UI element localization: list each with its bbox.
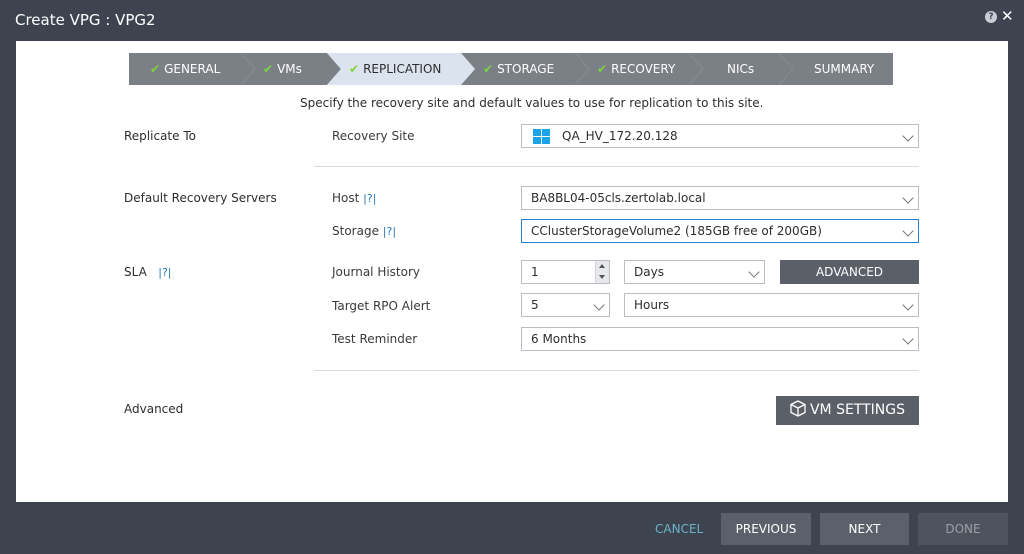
chevron-down-icon — [902, 192, 914, 204]
step-label: RECOVERY — [611, 62, 676, 76]
test-reminder-label: Test Reminder — [332, 332, 418, 346]
wizard-steps: ✔ GENERAL ✔ VMs ✔ REPLICATION ✔ STORAGE ✔ REC… — [129, 53, 893, 85]
chevron-down-icon — [902, 130, 914, 142]
step-nics[interactable]: NICs — [689, 53, 793, 85]
step-summary[interactable]: SUMMARY — [779, 53, 893, 85]
dialog-body: ✔ GENERAL ✔ VMs ✔ REPLICATION ✔ STORAGE ✔ REC… — [16, 41, 1008, 502]
chevron-down-icon — [748, 266, 760, 278]
journal-history-label: Journal History — [332, 265, 421, 279]
recovery-site-select[interactable]: QA_HV_172.20.128 — [521, 124, 919, 148]
help-icon[interactable]: ? — [985, 11, 997, 23]
step-label: VMs — [277, 62, 302, 76]
step-label: SUMMARY — [814, 62, 875, 76]
check-icon: ✔ — [150, 62, 161, 76]
divider — [314, 370, 919, 371]
stepper-buttons[interactable] — [595, 261, 609, 283]
advanced-button[interactable]: ADVANCED — [780, 260, 919, 284]
target-rpo-value: 5 — [531, 298, 539, 312]
host-value: BA8BL04-05cls.zertolab.local — [531, 191, 706, 205]
chevron-down-icon — [902, 299, 914, 311]
advanced-heading: Advanced — [124, 402, 184, 416]
arrow-down-icon[interactable] — [599, 275, 605, 279]
window-title: Create VPG : VPG2 — [15, 11, 156, 29]
check-icon: ✔ — [263, 62, 274, 76]
previous-button[interactable]: PREVIOUS — [721, 513, 811, 545]
step-general[interactable]: ✔ GENERAL — [129, 53, 255, 85]
recovery-site-label: Recovery Site — [332, 129, 415, 143]
storage-select[interactable]: CClusterStorageVolume2 (185GB free of 20… — [521, 219, 919, 243]
chevron-down-icon — [902, 225, 914, 237]
step-label: GENERAL — [164, 62, 221, 76]
chevron-down-icon — [902, 333, 914, 345]
step-label: STORAGE — [497, 62, 555, 76]
target-rpo-unit-select[interactable]: Hours — [624, 293, 919, 317]
check-icon: ✔ — [597, 62, 608, 76]
target-rpo-unit: Hours — [634, 298, 670, 312]
target-rpo-label: Target RPO Alert — [332, 299, 431, 313]
storage-value: CClusterStorageVolume2 (185GB free of 20… — [531, 224, 822, 238]
test-reminder-value: 6 Months — [531, 332, 587, 346]
chevron-down-icon — [593, 299, 605, 311]
step-replication[interactable]: ✔ REPLICATION — [327, 53, 475, 85]
target-rpo-select[interactable]: 5 — [521, 293, 610, 317]
title-bar: Create VPG : VPG2 ? ✕ — [0, 0, 1024, 40]
step-vms[interactable]: ✔ VMs — [241, 53, 341, 85]
windows-icon — [533, 129, 550, 144]
cube-icon — [790, 400, 806, 417]
default-recovery-servers-heading: Default Recovery Servers — [124, 191, 277, 205]
cancel-button[interactable]: CANCEL — [655, 522, 703, 536]
journal-history-unit-select[interactable]: Days — [624, 260, 765, 284]
sla-heading: SLA |?| — [124, 265, 172, 279]
test-reminder-select[interactable]: 6 Months — [521, 327, 919, 351]
recovery-site-value: QA_HV_172.20.128 — [562, 129, 678, 143]
storage-help-link[interactable]: |?| — [383, 225, 396, 238]
divider — [314, 166, 919, 167]
host-select[interactable]: BA8BL04-05cls.zertolab.local — [521, 186, 919, 210]
check-icon: ✔ — [349, 62, 360, 76]
arrow-up-icon[interactable] — [599, 264, 605, 268]
next-button[interactable]: NEXT — [820, 513, 909, 545]
step-label: REPLICATION — [363, 62, 442, 76]
step-storage[interactable]: ✔ STORAGE — [461, 53, 589, 85]
storage-label: Storage |?| — [332, 224, 397, 238]
done-button: DONE — [918, 513, 1008, 545]
vm-settings-button[interactable]: VM SETTINGS — [776, 396, 919, 425]
journal-history-stepper[interactable]: 1 — [521, 260, 610, 284]
journal-history-value: 1 — [531, 265, 539, 279]
close-icon[interactable]: ✕ — [1001, 8, 1014, 24]
vm-settings-label: VM SETTINGS — [809, 402, 906, 418]
journal-history-unit: Days — [634, 265, 664, 279]
host-label: Host |?| — [332, 191, 377, 205]
replicate-to-heading: Replicate To — [124, 129, 196, 143]
check-icon: ✔ — [483, 62, 494, 76]
step-recovery[interactable]: ✔ RECOVERY — [575, 53, 703, 85]
step-label: NICs — [727, 62, 755, 76]
sla-help-link[interactable]: |?| — [158, 266, 171, 279]
intro-text: Specify the recovery site and default va… — [300, 96, 764, 110]
host-help-link[interactable]: |?| — [363, 192, 376, 205]
